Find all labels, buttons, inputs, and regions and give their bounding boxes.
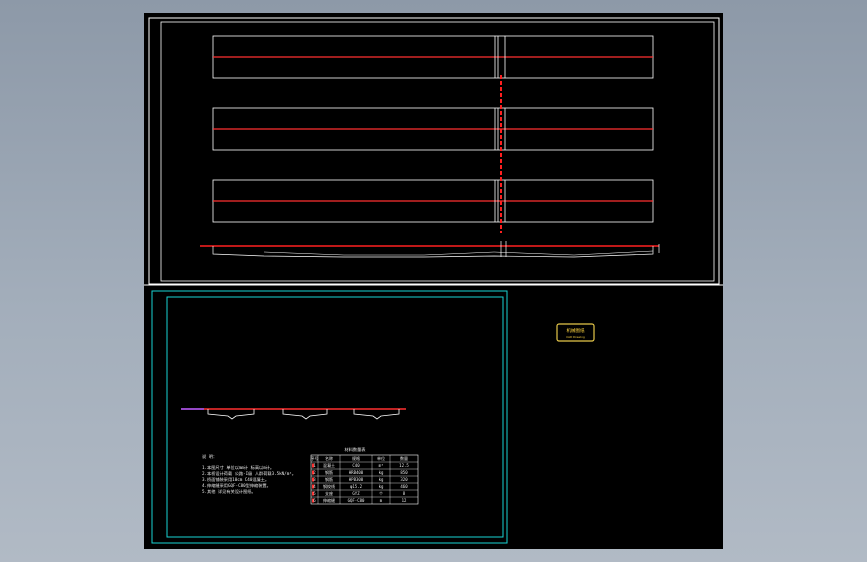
deck-group-3 <box>212 179 654 223</box>
table-header-cell: 序号 <box>311 455 319 461</box>
table-cell: 个 <box>379 491 383 496</box>
table-cell: 钢筋 <box>325 469 333 475</box>
table-header-cell: 数量 <box>400 455 408 461</box>
deck-strip <box>212 107 654 130</box>
cad-model-space[interactable]: 说 明： 1.本图尺寸 单位以mm计 标高以m计。 2.本桥设计荷载 公路-I级… <box>144 13 723 549</box>
table-cell: m <box>380 498 383 503</box>
deck-group-1 <box>212 35 654 79</box>
table-cell: 8 <box>403 491 406 496</box>
table-cell: 伸缩缝 <box>323 497 335 503</box>
table-cell: HRB400 <box>349 470 364 475</box>
detail-sheet-border-inner <box>166 296 504 538</box>
deck-strip <box>212 35 654 58</box>
table-cell: m³ <box>379 463 384 468</box>
table-cell: 混凝土 <box>323 462 335 468</box>
note-line: 2.本桥设计荷载 公路-I级 人群荷载3.5kN/m²。 <box>202 470 296 477</box>
deck-strip <box>212 128 654 151</box>
deck-strip <box>212 200 654 223</box>
drawing-svg: 说 明： 1.本图尺寸 单位以mm计 标高以m计。 2.本桥设计荷载 公路-I级… <box>144 17 723 544</box>
table-cell: 12.5 <box>399 463 409 468</box>
detail-sheet[interactable]: 说 明： 1.本图尺寸 单位以mm计 标高以m计。 2.本桥设计荷载 公路-I级… <box>151 290 508 544</box>
profile-soffit <box>263 250 654 256</box>
stamp-main-text: 机械图纸 <box>567 327 585 334</box>
profile-girder-outline <box>212 246 654 258</box>
table-cell: 钢绞线 <box>323 483 335 489</box>
table-cell: 2 <box>313 470 316 475</box>
notes-block: 说 明： 1.本图尺寸 单位以mm计 标高以m计。 2.本桥设计荷载 公路-I级… <box>202 453 296 495</box>
table-cell: kg <box>379 484 384 489</box>
table-cell: GYZ <box>352 491 360 496</box>
table-cell: C40 <box>352 463 360 468</box>
table-cell: 6 <box>313 498 316 503</box>
table-cell: 12 <box>402 498 407 503</box>
box-girder-2 <box>282 409 328 420</box>
plan-sheet[interactable] <box>144 17 723 286</box>
table-cell: GQF-C80 <box>348 498 365 503</box>
table-cell: 支座 <box>325 490 333 496</box>
notes-heading: 说 明： <box>202 453 217 460</box>
detail-sheet-border-outer <box>151 290 508 544</box>
table-cell: 4 <box>313 484 316 489</box>
plan-sheet-border-inner <box>160 21 715 282</box>
table-cell: 3 <box>313 477 316 482</box>
deck-strip <box>212 179 654 202</box>
note-line: 1.本图尺寸 单位以mm计 标高以m计。 <box>202 464 274 471</box>
table-cell: kg <box>379 470 384 475</box>
table-cell: 钢筋 <box>325 476 333 482</box>
cross-section <box>181 408 406 420</box>
quantity-table: 材料数量表 序号 名称 规格 单位 数量 1 混凝土 C40 m³ 12.5 2 钢筋 HRB400 kg… <box>311 446 419 505</box>
plan-sheet-border-outer <box>148 17 720 285</box>
deck-strip <box>212 56 654 79</box>
table-header-cell: 规格 <box>352 455 360 461</box>
title-stamp[interactable]: 机械图纸 CAD Drawing <box>556 323 595 342</box>
table-cell: φ15.2 <box>350 484 363 489</box>
profile-elevation <box>200 241 660 258</box>
table-header-cell: 名称 <box>325 455 333 461</box>
table-cell: kg <box>379 477 384 482</box>
stamp-sub-text: CAD Drawing <box>566 335 585 339</box>
box-girder-1 <box>207 409 255 420</box>
table-grid: 序号 名称 规格 单位 数量 1 混凝土 C40 m³ 12.5 2 钢筋 HRB400 kg 850 3 钢筋… <box>311 454 419 505</box>
note-line: 4.伸缩缝采用GQF-C80型伸缩装置。 <box>202 482 271 489</box>
note-line: 5.其他 详见有关设计图纸。 <box>202 488 256 495</box>
table-cell: 460 <box>400 484 408 489</box>
table-cell: 5 <box>313 491 316 496</box>
note-line: 3.桥面铺装采用10cm C40混凝土。 <box>202 476 269 483</box>
table-cell: 1 <box>313 463 316 468</box>
deck-group-2 <box>212 107 654 151</box>
table-cell: 850 <box>400 470 408 475</box>
box-girder-3 <box>353 409 400 420</box>
table-title: 材料数量表 <box>345 446 367 453</box>
table-cell: HPB300 <box>349 477 364 482</box>
table-header-cell: 单位 <box>377 455 385 461</box>
table-cell: 320 <box>400 477 408 482</box>
